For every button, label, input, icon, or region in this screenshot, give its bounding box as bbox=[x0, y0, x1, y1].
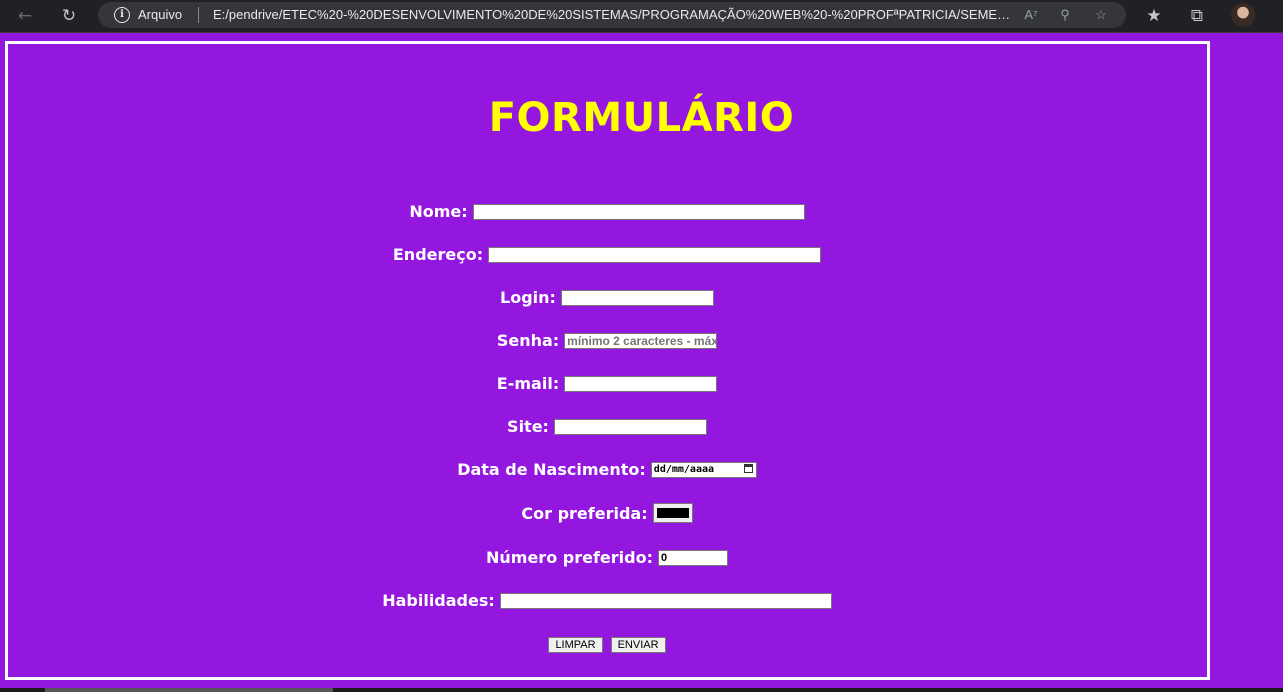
profile-avatar[interactable] bbox=[1231, 3, 1255, 27]
favorite-star-icon[interactable]: ☆ bbox=[1092, 6, 1110, 24]
senha-input[interactable]: mínimo 2 caracteres - máxi bbox=[564, 332, 718, 349]
cor-label: Cor preferida: bbox=[521, 503, 648, 523]
zoom-out-icon[interactable]: ⚲ bbox=[1056, 6, 1074, 24]
endereco-row: Endereço: bbox=[0, 245, 1214, 264]
cor-color-picker[interactable] bbox=[652, 503, 693, 523]
back-arrow-icon[interactable]: ← bbox=[12, 3, 38, 29]
nascimento-date-input[interactable]: dd/mm/aaaa bbox=[650, 461, 757, 478]
habilidades-label: Habilidades: bbox=[382, 591, 495, 610]
numero-label: Número preferido: bbox=[486, 548, 653, 567]
nascimento-row: Data de Nascimento: dd/mm/aaaa bbox=[0, 460, 1214, 479]
nascimento-label: Data de Nascimento: bbox=[457, 460, 646, 479]
nome-label: Nome: bbox=[409, 202, 468, 221]
email-row: E-mail: bbox=[0, 374, 1214, 393]
habilidades-row: Habilidades: bbox=[0, 591, 1214, 610]
nome-row: Nome: bbox=[0, 202, 1214, 221]
favorites-icon[interactable]: ★ bbox=[1141, 3, 1167, 29]
login-row: Login: bbox=[0, 288, 1214, 307]
nome-input[interactable] bbox=[472, 203, 805, 220]
site-label: Site: bbox=[507, 417, 549, 436]
endereco-input[interactable] bbox=[488, 246, 822, 263]
button-row: LIMPAR ENVIAR bbox=[0, 637, 1214, 653]
collections-icon[interactable]: ⧉ bbox=[1184, 3, 1210, 29]
calendar-icon[interactable] bbox=[743, 463, 753, 473]
address-bar[interactable]: i Arquivo E:/pendrive/ETEC%20-%20DESENVO… bbox=[98, 2, 1126, 28]
browser-toolbar: ← ↻ i Arquivo E:/pendrive/ETEC%20-%20DES… bbox=[0, 0, 1283, 33]
page-title: FORMULÁRIO bbox=[488, 95, 795, 141]
login-label: Login: bbox=[500, 288, 556, 307]
numero-input[interactable]: 0 bbox=[657, 549, 728, 566]
info-icon[interactable]: i bbox=[114, 7, 130, 23]
horizontal-scrollbar[interactable] bbox=[0, 688, 1283, 692]
address-divider bbox=[198, 7, 199, 23]
cor-row: Cor preferida: bbox=[0, 503, 1214, 523]
enviar-button[interactable]: ENVIAR bbox=[610, 637, 666, 653]
limpar-button[interactable]: LIMPAR bbox=[548, 637, 603, 653]
site-input[interactable] bbox=[553, 418, 707, 435]
email-input[interactable] bbox=[564, 375, 718, 392]
habilidades-input[interactable] bbox=[499, 592, 832, 609]
url-text[interactable]: E:/pendrive/ETEC%20-%20DESENVOLVIMENTO%2… bbox=[213, 7, 1013, 22]
color-swatch bbox=[656, 508, 689, 518]
endereco-label: Endereço: bbox=[392, 245, 484, 264]
email-label: E-mail: bbox=[496, 374, 560, 393]
site-info-label[interactable]: Arquivo bbox=[138, 7, 182, 22]
reload-icon[interactable]: ↻ bbox=[56, 3, 82, 29]
login-input[interactable] bbox=[560, 289, 714, 306]
scrollbar-thumb[interactable] bbox=[45, 688, 333, 692]
senha-label: Senha: bbox=[496, 331, 560, 350]
site-row: Site: bbox=[0, 417, 1214, 436]
numero-row: Número preferido: 0 bbox=[0, 548, 1214, 567]
senha-row: Senha: mínimo 2 caracteres - máxi bbox=[0, 331, 1214, 350]
read-aloud-icon[interactable]: A⁷ bbox=[1022, 6, 1040, 24]
date-placeholder: dd/mm/aaaa bbox=[653, 463, 715, 475]
